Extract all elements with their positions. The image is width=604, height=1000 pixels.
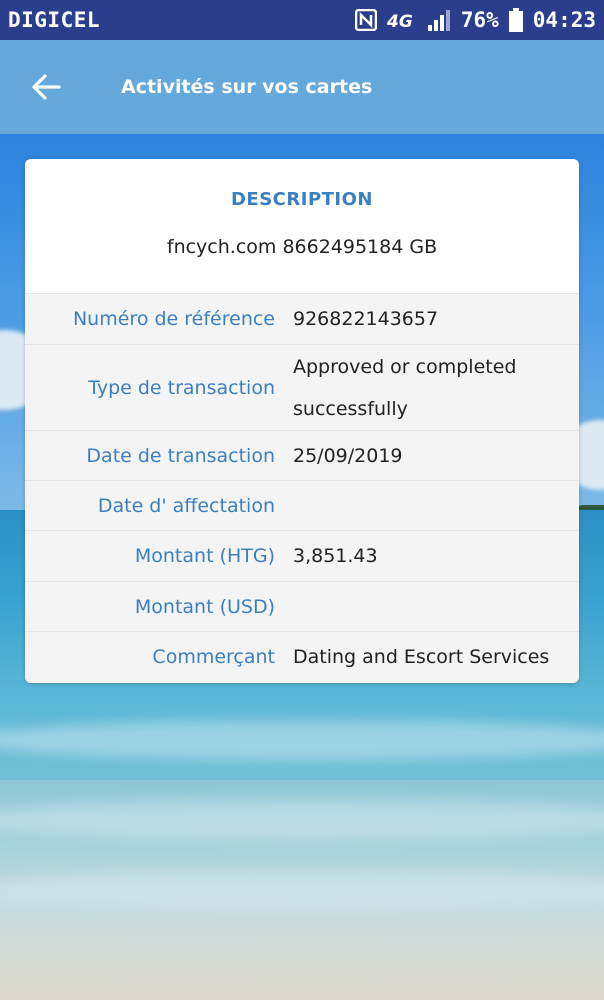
transaction-card: DESCRIPTION fncych.com 8662495184 GB Num…: [25, 159, 579, 683]
row-value: 926822143657: [293, 308, 439, 330]
row-value: 3,851.43: [293, 545, 378, 567]
row-label: Type de transaction: [88, 376, 275, 399]
app-bar: Activités sur vos cartes: [0, 40, 604, 134]
wave: [0, 720, 604, 760]
status-bar: DIGICEL 4G 76% 04:23: [0, 0, 604, 40]
row-label: Date de transaction: [86, 444, 275, 467]
page-title: Activités sur vos cartes: [121, 76, 373, 98]
back-button[interactable]: [0, 40, 92, 134]
signal-icon: [427, 9, 451, 31]
status-icons: 4G 76% 04:23: [354, 8, 596, 32]
detail-row-amount-usd: Montant (USD): [25, 582, 579, 632]
row-value: 25/09/2019: [293, 444, 403, 467]
detail-rows: Numéro de référence 926822143657 Type de…: [25, 294, 579, 682]
carrier-name: DIGICEL: [8, 8, 101, 32]
detail-row-transaction-date: Date de transaction 25/09/2019: [25, 431, 579, 481]
nfc-icon: [354, 9, 377, 31]
arrow-left-icon: [32, 74, 61, 100]
clock: 04:23: [532, 8, 596, 32]
row-label: Commerçant: [152, 646, 275, 668]
battery-level: 76%: [460, 8, 499, 32]
row-value: Approved or completed successfully: [293, 355, 517, 420]
detail-row-reference: Numéro de référence 926822143657: [25, 294, 579, 345]
svg-text:4G: 4G: [387, 12, 413, 30]
battery-icon: [508, 8, 523, 32]
detail-row-type: Type de transaction Approved or complete…: [25, 345, 579, 431]
card-title: DESCRIPTION: [230, 189, 373, 210]
row-value: Dating and Escort Services: [293, 646, 550, 668]
wave: [0, 800, 604, 840]
row-label: Montant (USD): [134, 595, 275, 618]
4g-icon: 4G: [387, 10, 417, 30]
detail-row-posting-date: Date d' affectation: [25, 481, 579, 531]
card-header: DESCRIPTION fncych.com 8662495184 GB: [25, 159, 579, 294]
detail-row-amount-htg: Montant (HTG) 3,851.43: [25, 531, 579, 582]
row-label: Date d' affectation: [97, 494, 275, 517]
transaction-description: fncych.com 8662495184 GB: [166, 236, 438, 258]
wave: [0, 870, 604, 910]
row-label: Montant (HTG): [134, 545, 275, 567]
row-label: Numéro de référence: [72, 308, 275, 330]
detail-row-merchant: Commerçant Dating and Escort Services: [25, 632, 579, 682]
